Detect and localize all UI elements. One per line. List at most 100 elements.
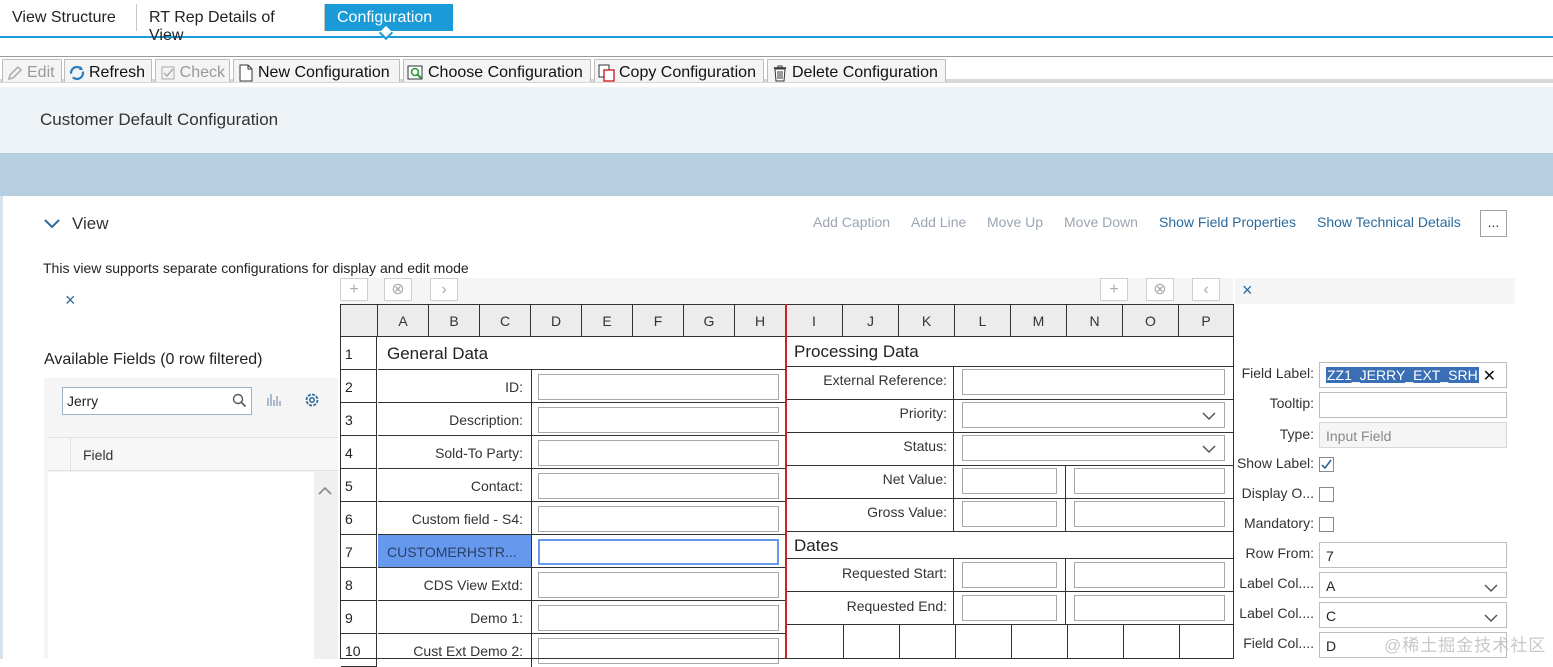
gross-value-currency-field[interactable] xyxy=(1074,501,1225,527)
requested-start-time-field[interactable] xyxy=(1074,562,1225,588)
add-cell-button[interactable]: + xyxy=(340,278,368,301)
column-header[interactable]: C xyxy=(480,304,531,337)
label-col-from-dropdown[interactable]: A xyxy=(1319,572,1507,598)
cust-ext-demo-2-field[interactable] xyxy=(538,638,779,664)
column-header[interactable]: K xyxy=(899,304,955,337)
description-label[interactable]: Description: xyxy=(378,412,523,428)
custom-field-input[interactable] xyxy=(538,506,779,532)
column-header[interactable]: N xyxy=(1067,304,1123,337)
column-header[interactable]: J xyxy=(843,304,899,337)
status-label[interactable]: Status: xyxy=(787,438,947,454)
close-icon[interactable]: × xyxy=(1242,280,1253,301)
net-value-currency-field[interactable] xyxy=(1074,468,1225,494)
id-label[interactable]: ID: xyxy=(378,379,523,395)
customerhstr-field[interactable] xyxy=(538,539,779,565)
check-button[interactable]: Check xyxy=(155,59,230,82)
delete-configuration-button[interactable]: Delete Configuration xyxy=(767,59,946,82)
requested-end-time-field[interactable] xyxy=(1074,595,1225,621)
requested-start-date-field[interactable] xyxy=(962,562,1057,588)
refresh-button[interactable]: Refresh xyxy=(64,59,152,82)
column-header[interactable]: M xyxy=(1011,304,1067,337)
filter-icon[interactable] xyxy=(266,392,282,413)
status-dropdown[interactable] xyxy=(962,435,1225,461)
field-label-input[interactable]: ZZ1_JERRY_EXT_SRH ✕ xyxy=(1319,362,1507,388)
demo-1-label[interactable]: Demo 1: xyxy=(378,610,523,626)
gross-value-field[interactable] xyxy=(962,501,1057,527)
id-field[interactable] xyxy=(538,374,779,400)
copy-configuration-button[interactable]: Copy Configuration xyxy=(594,59,764,82)
row-from-input[interactable]: 7 xyxy=(1319,542,1507,568)
tab-rt-rep-details[interactable]: RT Rep Details of View xyxy=(137,4,325,44)
cds-view-extd-label[interactable]: CDS View Extd: xyxy=(378,577,523,593)
clear-icon[interactable]: ✕ xyxy=(1483,366,1496,386)
copy-configuration-label: Copy Configuration xyxy=(619,63,756,81)
column-header[interactable]: E xyxy=(582,304,633,337)
choose-configuration-label: Choose Configuration xyxy=(428,63,583,81)
show-label-checkbox[interactable] xyxy=(1319,457,1334,472)
label-col-to-dropdown[interactable]: C xyxy=(1319,602,1507,628)
description-field[interactable] xyxy=(538,407,779,433)
scrollbar[interactable] xyxy=(314,472,338,659)
customerhstr-label[interactable]: CUSTOMERHSTR... xyxy=(387,544,527,560)
previous-button[interactable]: ‹ xyxy=(1192,278,1220,301)
display-only-checkbox[interactable] xyxy=(1319,487,1334,502)
contact-field[interactable] xyxy=(538,473,779,499)
priority-dropdown[interactable] xyxy=(962,402,1225,428)
column-header[interactable]: D xyxy=(531,304,582,337)
more-options-button[interactable]: ... xyxy=(1480,210,1507,237)
sold-to-party-field[interactable] xyxy=(538,440,779,466)
gear-icon[interactable] xyxy=(303,391,321,414)
tooltip-input[interactable] xyxy=(1319,392,1507,418)
column-header[interactable]: A xyxy=(378,304,429,337)
column-header[interactable]: G xyxy=(684,304,735,337)
show-technical-details-button[interactable]: Show Technical Details xyxy=(1317,214,1461,230)
requested-start-label[interactable]: Requested Start: xyxy=(787,565,947,581)
demo-1-field[interactable] xyxy=(538,605,779,631)
external-reference-field[interactable] xyxy=(962,369,1225,395)
next-button[interactable]: › xyxy=(430,278,458,301)
cust-ext-demo-2-label[interactable]: Cust Ext Demo 2: xyxy=(378,643,523,659)
priority-label[interactable]: Priority: xyxy=(787,405,947,421)
move-up-button[interactable]: Move Up xyxy=(987,214,1043,230)
net-value-label[interactable]: Net Value: xyxy=(787,471,947,487)
tab-view-structure[interactable]: View Structure xyxy=(0,4,137,31)
column-header[interactable]: P xyxy=(1179,304,1234,337)
column-header[interactable]: O xyxy=(1123,304,1179,337)
column-header[interactable]: B xyxy=(429,304,480,337)
close-icon[interactable]: × xyxy=(65,290,76,311)
sold-to-party-label[interactable]: Sold-To Party: xyxy=(378,445,523,461)
checkmark-icon xyxy=(1321,459,1332,470)
new-configuration-button[interactable]: New Configuration xyxy=(233,59,400,82)
show-field-properties-button[interactable]: Show Field Properties xyxy=(1159,214,1296,230)
tab-configuration[interactable]: Configuration xyxy=(325,4,453,31)
external-reference-label[interactable]: External Reference: xyxy=(787,372,947,388)
column-header[interactable]: F xyxy=(633,304,684,337)
mandatory-checkbox[interactable] xyxy=(1319,517,1334,532)
add-cell-right-button[interactable]: + xyxy=(1100,278,1128,301)
column-header[interactable]: H xyxy=(735,304,786,337)
edit-label: Edit xyxy=(27,63,55,81)
move-down-button[interactable]: Move Down xyxy=(1064,214,1138,230)
column-header[interactable]: L xyxy=(955,304,1011,337)
choose-configuration-button[interactable]: Choose Configuration xyxy=(403,59,591,82)
contact-label[interactable]: Contact: xyxy=(378,478,523,494)
requested-end-date-field[interactable] xyxy=(962,595,1057,621)
remove-cell-button[interactable]: ⊗ xyxy=(384,278,412,301)
search-input[interactable] xyxy=(67,393,222,409)
search-field[interactable] xyxy=(62,387,252,415)
edit-button[interactable]: Edit xyxy=(2,59,62,82)
net-value-field[interactable] xyxy=(962,468,1057,494)
chevron-up-icon[interactable] xyxy=(318,482,332,498)
column-header[interactable]: I xyxy=(786,304,843,337)
add-line-button[interactable]: Add Line xyxy=(911,214,966,230)
mandatory-label: Mandatory: xyxy=(1243,515,1314,531)
grid-line xyxy=(1179,625,1180,659)
remove-cell-right-button[interactable]: ⊗ xyxy=(1146,278,1174,301)
cds-view-extd-field[interactable] xyxy=(538,572,779,598)
custom-field-label[interactable]: Custom field - S4: xyxy=(378,511,523,527)
gross-value-label[interactable]: Gross Value: xyxy=(787,504,947,520)
add-caption-button[interactable]: Add Caption xyxy=(813,214,890,230)
search-icon[interactable] xyxy=(232,393,247,413)
row-number: 7 xyxy=(341,535,377,568)
requested-end-label[interactable]: Requested End: xyxy=(787,598,947,614)
